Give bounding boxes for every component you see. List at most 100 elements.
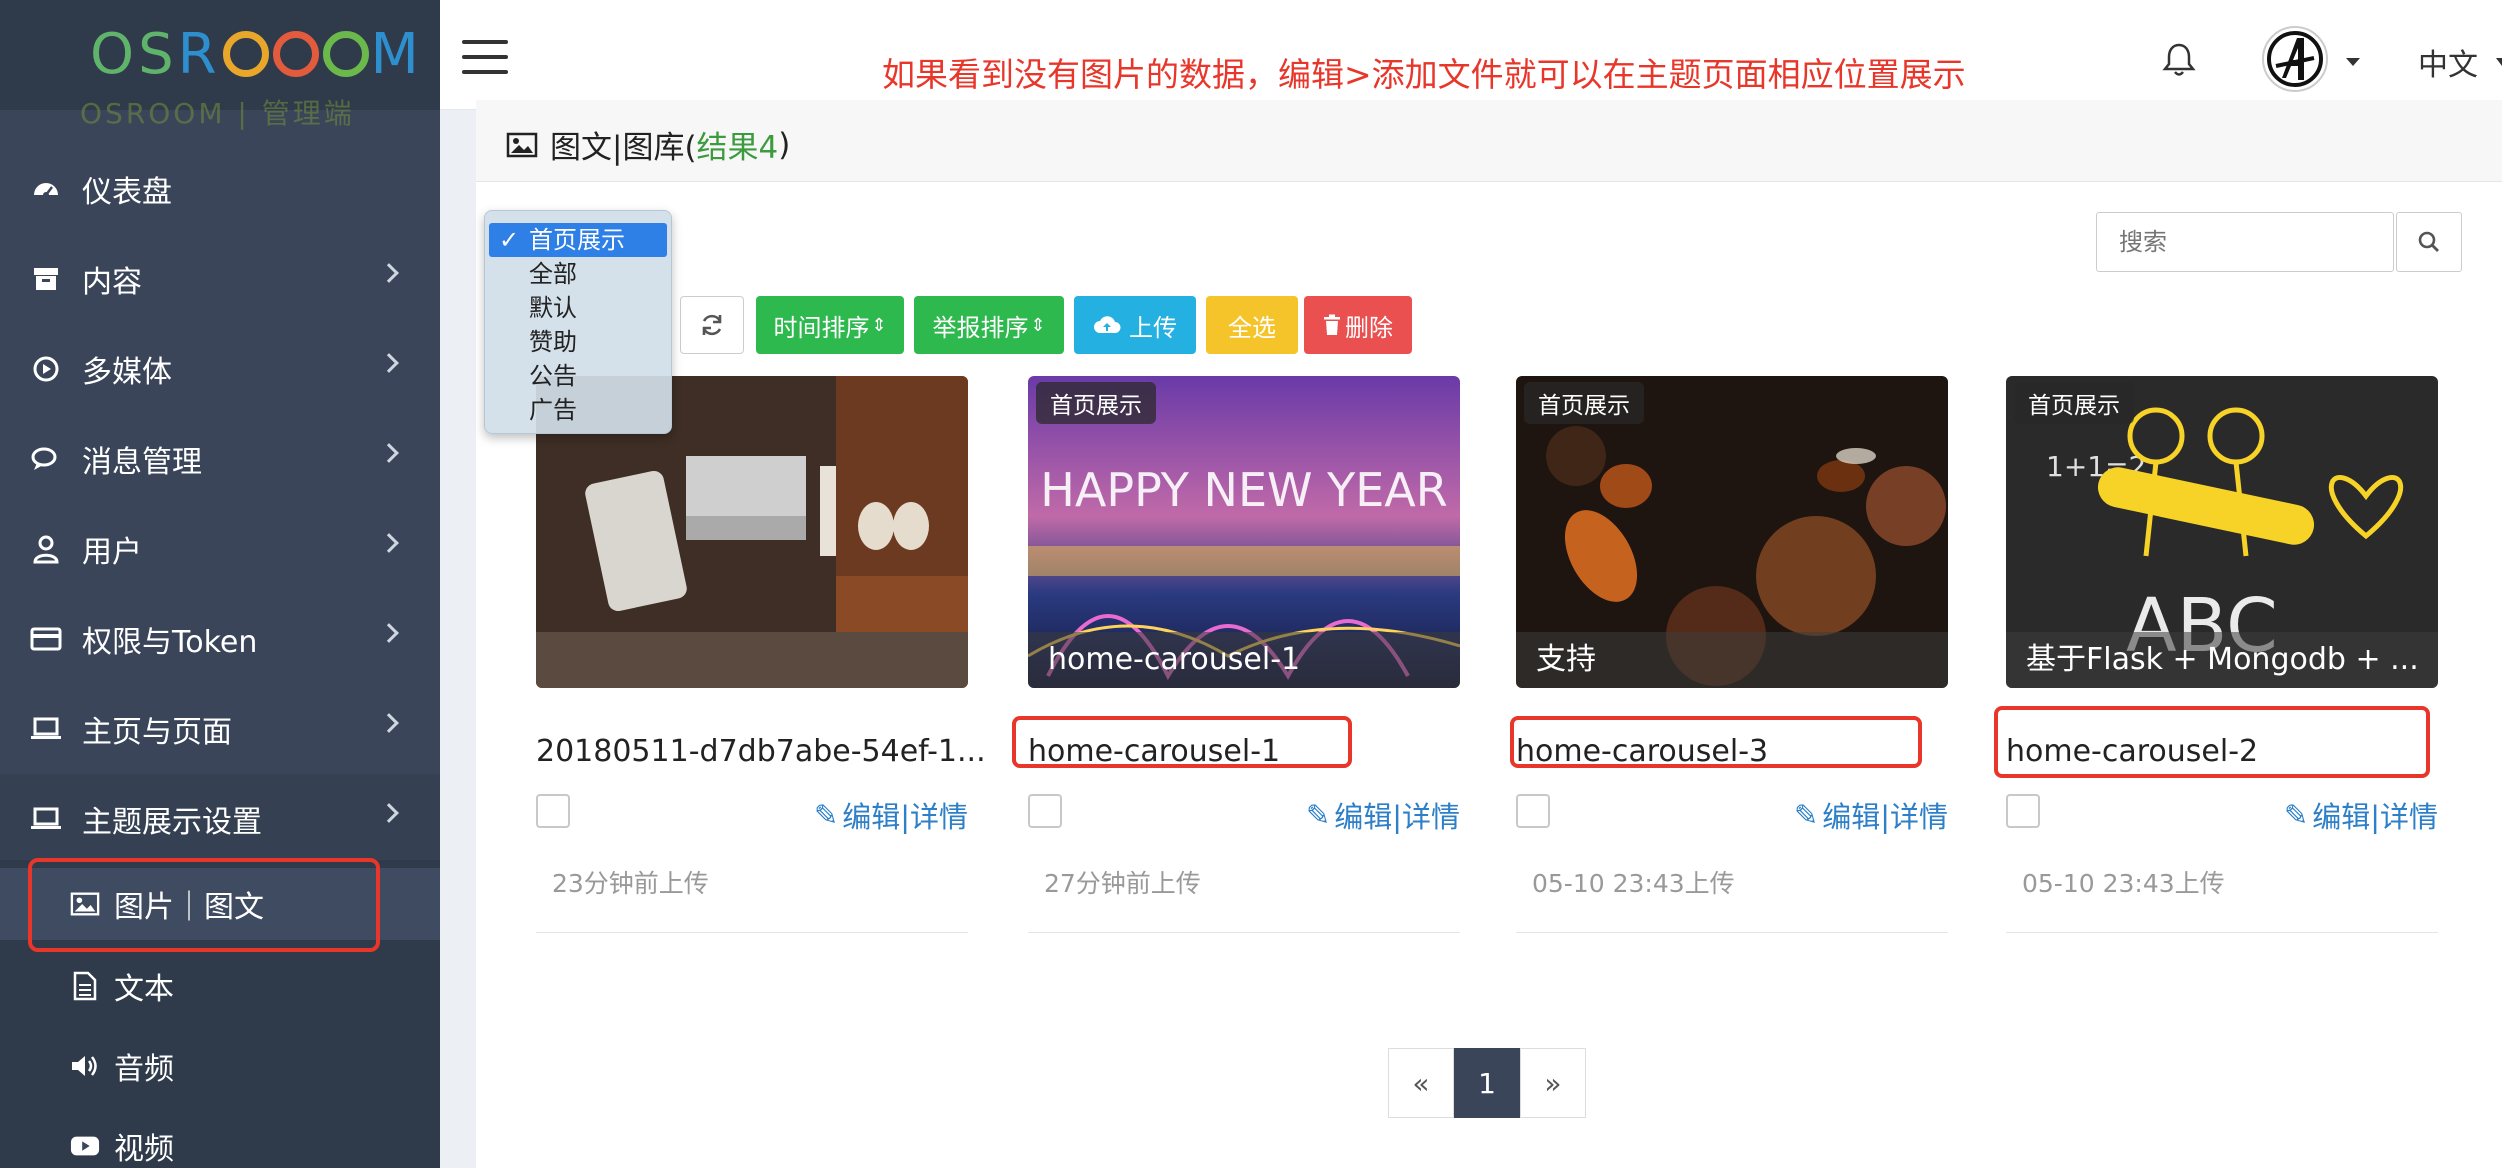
menu-toggle-icon[interactable] — [462, 40, 508, 74]
thumbnail-image[interactable]: HAPPY NEW YEAR 首页展示 home-carousel-1 — [1028, 376, 1460, 688]
sidebar-item-pages[interactable]: 主页与页面 — [0, 684, 440, 774]
card-filename: home-carousel-2 — [2006, 734, 2259, 769]
edit-icon: ✎ — [1305, 798, 1331, 832]
chevron-right-icon — [379, 353, 399, 373]
sidebar-subitem-text[interactable]: 文本 — [0, 950, 440, 1022]
select-checkbox[interactable] — [1516, 794, 1550, 828]
sort-icon: ⇕ — [871, 314, 887, 336]
card-filename: home-carousel-1 — [1028, 734, 1281, 769]
divider — [1516, 932, 1948, 933]
filter-option[interactable]: 默认 — [485, 291, 671, 325]
select-checkbox[interactable] — [536, 794, 570, 828]
refresh-button[interactable] — [680, 296, 744, 354]
thumbnail-image[interactable]: 1+1=2 ABC 首页展示 基于Flask + Mongodb + ... — [2006, 376, 2438, 688]
sidebar-subitem-label: 视频 — [114, 1132, 174, 1167]
thumbnail-caption: 基于Flask + Mongodb + ... — [2006, 632, 2438, 688]
search-button[interactable] — [2396, 212, 2462, 272]
logo-ring-icon — [272, 31, 319, 77]
logo-subtitle: OSROOM | 管理端 — [80, 97, 355, 130]
chevron-right-icon — [379, 443, 399, 463]
report-sort-button[interactable]: 举报排序 ⇕ — [914, 296, 1064, 354]
select-checkbox[interactable] — [2006, 794, 2040, 828]
logo[interactable]: OSR M — [90, 22, 423, 87]
sidebar-item-theme-display[interactable]: 主题展示设置 — [0, 774, 440, 864]
divider — [2006, 932, 2438, 933]
filter-option[interactable]: 公告 — [485, 359, 671, 393]
chevron-down-icon[interactable] — [2496, 58, 2502, 66]
sidebar-item-content[interactable]: 内容 — [0, 234, 440, 324]
laptop-icon — [30, 713, 62, 745]
filter-option[interactable]: ✓ 首页展示 — [489, 223, 667, 257]
sidebar-item-label: 主题展示设置 — [82, 805, 262, 840]
sidebar-item-label: 仪表盘 — [82, 175, 172, 210]
edit-icon: ✎ — [1793, 798, 1819, 832]
sidebar-item-label: 用户 — [82, 535, 142, 570]
bell-icon[interactable] — [2162, 42, 2196, 78]
comments-icon — [30, 443, 62, 475]
divider — [536, 932, 968, 933]
filter-option-label: 首页展示 — [529, 226, 625, 254]
select-all-button[interactable]: 全选 — [1206, 296, 1298, 354]
sidebar-subitem-label: 音频 — [114, 1052, 174, 1087]
result-count: 结果4 — [696, 130, 779, 166]
filter-option[interactable]: 全部 — [485, 257, 671, 291]
play-circle-icon — [30, 353, 62, 385]
sidebar-item-dashboard[interactable]: 仪表盘 — [0, 144, 440, 234]
thumbnail-image[interactable]: 首页展示 支持 — [1516, 376, 1948, 688]
select-checkbox[interactable] — [1028, 794, 1062, 828]
youtube-icon — [70, 1131, 100, 1161]
search-icon — [2417, 230, 2441, 254]
volume-icon — [70, 1051, 100, 1081]
chevron-down-icon[interactable] — [2346, 58, 2360, 66]
sidebar-item-label: 主页与页面 — [82, 715, 232, 750]
edit-details-link[interactable]: ✎ 编辑|详情 — [1306, 794, 1460, 836]
sort-icon: ⇕ — [1030, 314, 1046, 336]
search-input[interactable] — [2096, 212, 2394, 272]
page-title-text: 图文|图库( — [550, 130, 697, 166]
thumbnail-caption: 支持 — [1516, 632, 1948, 688]
language-switcher[interactable]: 中文 — [2418, 40, 2478, 84]
sidebar-subitem-video[interactable]: 视频 — [0, 1110, 440, 1168]
card-filename: home-carousel-3 — [1516, 734, 1769, 769]
annotation-notice: 如果看到没有图片的数据，编辑>添加文件就可以在主题页面相应位置展示 — [882, 55, 1966, 94]
refresh-icon — [699, 312, 725, 338]
filter-dropdown[interactable]: ✓ 首页展示 全部 默认 赞助 公告 广告 — [484, 210, 672, 434]
edit-details-link[interactable]: ✎ 编辑|详情 — [814, 794, 968, 836]
upload-button[interactable]: 上传 — [1074, 296, 1196, 354]
upload-label: 上传 — [1129, 313, 1177, 342]
edit-details-link[interactable]: ✎ 编辑|详情 — [2284, 794, 2438, 836]
sidebar-item-messages[interactable]: 消息管理 — [0, 414, 440, 504]
filter-option[interactable]: 赞助 — [485, 325, 671, 359]
panel-header: 图文|图库(结果4) — [476, 100, 2502, 182]
avatar[interactable] — [2262, 26, 2328, 92]
sidebar-item-users[interactable]: 用户 — [0, 504, 440, 594]
edit-details-label: 编辑|详情 — [2312, 800, 2438, 834]
page-title-close: ) — [778, 126, 791, 163]
sidebar-item-media[interactable]: 多媒体 — [0, 324, 440, 414]
edit-details-label: 编辑|详情 — [1334, 800, 1460, 834]
sidebar-subitem-audio[interactable]: 音频 — [0, 1030, 440, 1102]
laptop-icon — [30, 803, 62, 835]
time-sort-button[interactable]: 时间排序 ⇕ — [756, 296, 904, 354]
chevron-right-icon — [379, 713, 399, 733]
status-badge: 首页展示 — [1524, 382, 1644, 424]
delete-button[interactable]: 删除 — [1304, 296, 1412, 354]
sidebar-item-permissions[interactable]: 权限与Token — [0, 594, 440, 684]
credit-card-icon — [30, 623, 62, 655]
archive-icon — [30, 263, 62, 295]
pagination-next[interactable]: » — [1520, 1048, 1586, 1118]
cloud-upload-icon — [1093, 315, 1121, 335]
edit-icon: ✎ — [2283, 798, 2309, 832]
trash-icon — [1323, 314, 1341, 336]
filter-option[interactable]: 广告 — [485, 393, 671, 427]
edit-details-link[interactable]: ✎ 编辑|详情 — [1794, 794, 1948, 836]
logo-ring-icon — [222, 31, 269, 77]
top-navbar: 如果看到没有图片的数据，编辑>添加文件就可以在主题页面相应位置展示 中文 — [440, 0, 2502, 110]
annotation-highlight-box — [28, 858, 380, 952]
logo-text-os: OS — [90, 22, 178, 87]
svg-text:HAPPY NEW YEAR: HAPPY NEW YEAR — [1040, 463, 1447, 517]
pagination-page[interactable]: 1 — [1454, 1048, 1520, 1118]
checkmark-icon: ✓ — [499, 226, 520, 254]
pagination-prev[interactable]: « — [1388, 1048, 1454, 1118]
chevron-right-icon — [379, 623, 399, 643]
